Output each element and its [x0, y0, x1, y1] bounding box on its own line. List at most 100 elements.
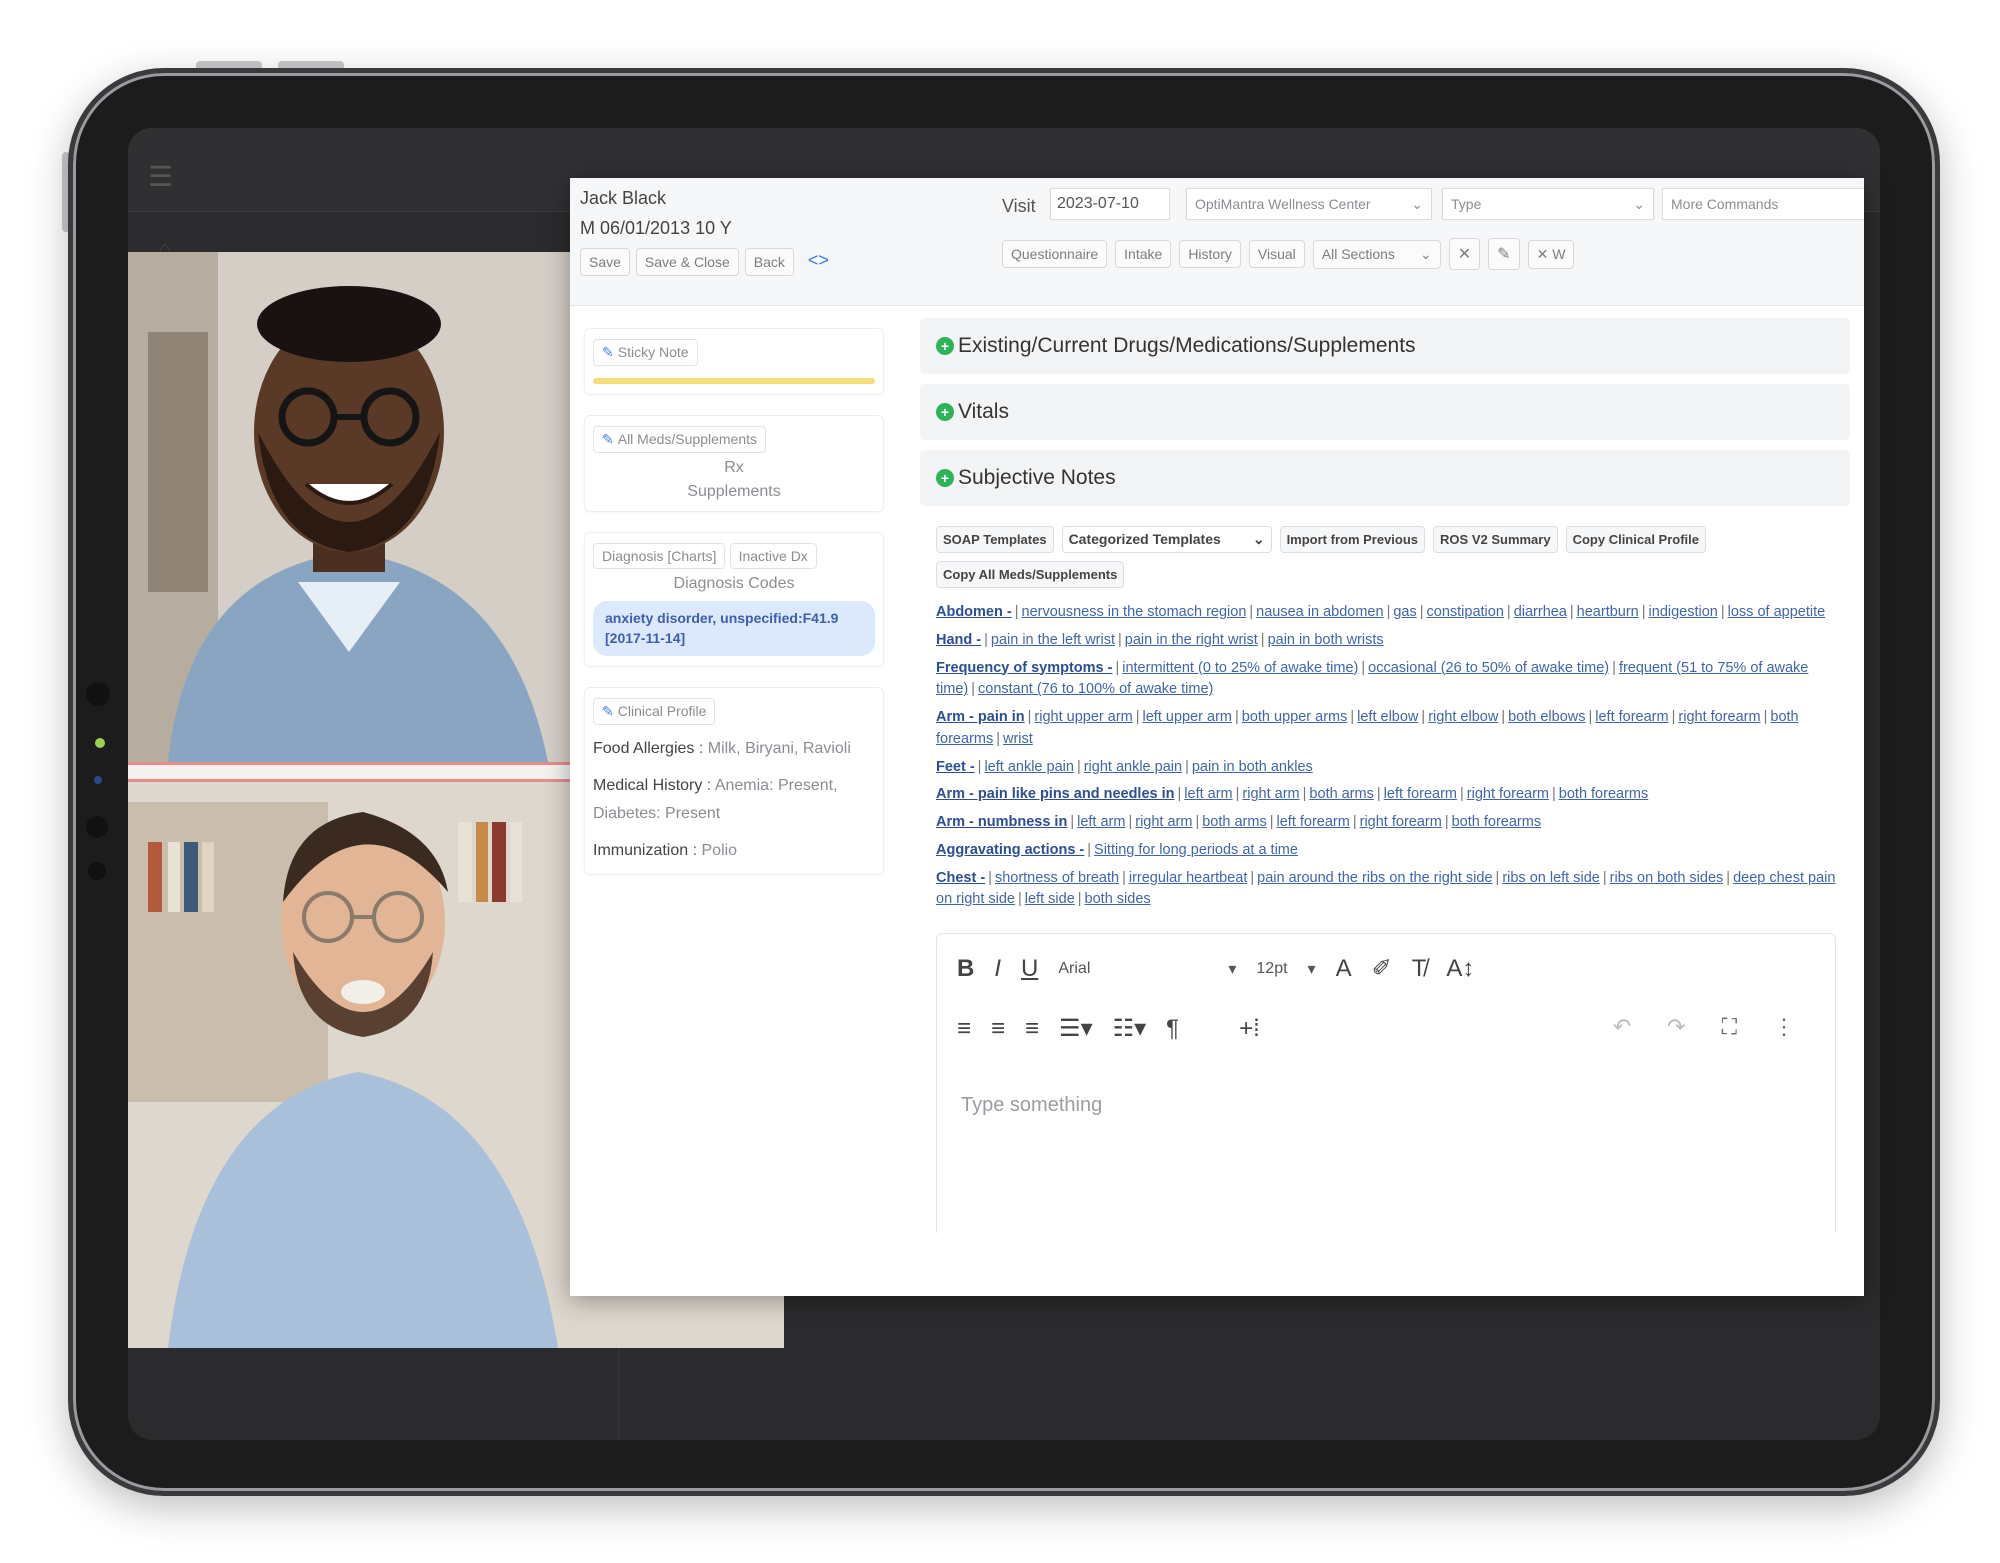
ros-category-link[interactable]: Frequency of symptoms -	[936, 660, 1112, 676]
ros-option-link[interactable]: both forearms	[1452, 814, 1541, 830]
editor-placeholder[interactable]: Type something	[961, 1094, 1102, 1117]
fullscreen-icon[interactable]: ⛶	[1722, 1014, 1737, 1040]
clinical-profile-button[interactable]: ✎ Clinical Profile	[593, 698, 716, 726]
diagnosis-chip[interactable]: anxiety disorder, unspecified:F41.9 [201…	[593, 601, 875, 657]
bullet-list-icon[interactable]: ☷▾	[1113, 1014, 1147, 1043]
ros-option-link[interactable]: ribs on both sides	[1610, 870, 1724, 886]
section-subjective-notes[interactable]: + Subjective Notes	[920, 450, 1850, 506]
italic-button[interactable]: I	[994, 955, 1001, 983]
ros-summary-button[interactable]: ROS V2 Summary	[1433, 526, 1558, 553]
ros-option-link[interactable]: left arm	[1077, 814, 1125, 830]
ros-option-link[interactable]: right forearm	[1467, 786, 1549, 802]
code-view-icon[interactable]: <>	[800, 248, 837, 276]
ros-option-link[interactable]: shortness of breath	[995, 870, 1119, 886]
ros-option-link[interactable]: loss of appetite	[1728, 604, 1826, 620]
type-select[interactable]: Type ⌄	[1442, 188, 1654, 220]
ros-option-link[interactable]: irregular heartbeat	[1129, 870, 1248, 886]
underline-button[interactable]: U	[1021, 955, 1038, 983]
ros-option-link[interactable]: constant (76 to 100% of awake time)	[978, 681, 1213, 697]
save-close-button[interactable]: Save & Close	[635, 248, 739, 276]
section-vitals[interactable]: + Vitals	[920, 384, 1850, 440]
visit-date-input[interactable]: 2023-07-10	[1050, 188, 1170, 220]
ros-category-link[interactable]: Arm - pain in	[936, 709, 1025, 725]
font-family-select[interactable]: Arial	[1058, 960, 1208, 978]
categorized-templates-select[interactable]: Categorized Templates ⌄	[1061, 526, 1272, 553]
ros-option-link[interactable]: left elbow	[1357, 709, 1418, 725]
ros-category-link[interactable]: Hand -	[936, 632, 981, 648]
ros-category-link[interactable]: Feet -	[936, 759, 975, 775]
copy-clinical-profile-button[interactable]: Copy Clinical Profile	[1565, 526, 1706, 553]
ros-option-link[interactable]: nervousness in the stomach region	[1022, 604, 1247, 620]
undo-icon[interactable]: ↶	[1613, 1014, 1631, 1040]
video-tile-patient[interactable]	[128, 252, 570, 762]
bold-button[interactable]: B	[957, 955, 974, 983]
soap-templates-button[interactable]: SOAP Templates	[936, 526, 1054, 553]
align-left-icon[interactable]: ≡	[957, 1015, 971, 1043]
ros-option-link[interactable]: occasional (26 to 50% of awake time)	[1368, 660, 1609, 676]
all-meds-button[interactable]: ✎ All Meds/Supplements	[593, 426, 767, 453]
ros-option-link[interactable]: right arm	[1135, 814, 1192, 830]
ros-option-link[interactable]: Sitting for long periods at a time	[1094, 842, 1298, 858]
ros-option-link[interactable]: gas	[1393, 604, 1416, 620]
history-button[interactable]: History	[1179, 240, 1241, 268]
redo-icon[interactable]: ↷	[1667, 1014, 1685, 1040]
ros-option-link[interactable]: right forearm	[1678, 709, 1760, 725]
ros-option-link[interactable]: right upper arm	[1034, 709, 1132, 725]
text-size-icon[interactable]: A↕	[1446, 955, 1474, 983]
ordered-list-icon[interactable]: ☰▾	[1059, 1014, 1093, 1043]
visual-button[interactable]: Visual	[1248, 240, 1305, 268]
ros-option-link[interactable]: both arms	[1309, 786, 1373, 802]
ros-category-link[interactable]: Aggravating actions -	[936, 842, 1084, 858]
ros-option-link[interactable]: wrist	[1003, 731, 1033, 747]
ros-option-link[interactable]: right forearm	[1360, 814, 1442, 830]
ros-option-link[interactable]: heartburn	[1577, 604, 1639, 620]
caret-down-icon[interactable]: ▾	[1308, 959, 1316, 979]
section-current-drugs[interactable]: + Existing/Current Drugs/Medications/Sup…	[920, 318, 1850, 374]
ros-option-link[interactable]: left arm	[1184, 786, 1232, 802]
ros-option-link[interactable]: ribs on left side	[1502, 870, 1600, 886]
highlighter-icon[interactable]: ✐	[1372, 954, 1392, 983]
ros-option-link[interactable]: pain in both ankles	[1192, 759, 1313, 775]
ros-option-link[interactable]: pain around the ribs on the right side	[1257, 870, 1492, 886]
ros-option-link[interactable]: left forearm	[1277, 814, 1350, 830]
ros-option-link[interactable]: constipation	[1427, 604, 1504, 620]
paragraph-icon[interactable]: ¶	[1166, 1015, 1179, 1043]
ros-option-link[interactable]: left ankle pain	[984, 759, 1073, 775]
caret-down-icon[interactable]: ▾	[1228, 959, 1236, 979]
ros-option-link[interactable]: pain in the left wrist	[991, 632, 1115, 648]
ros-category-link[interactable]: Chest -	[936, 870, 985, 886]
sticky-note-button[interactable]: ✎ Sticky Note	[593, 339, 698, 366]
ros-option-link[interactable]: intermittent (0 to 25% of awake time)	[1122, 660, 1358, 676]
ros-option-link[interactable]: both forearms	[1559, 786, 1648, 802]
ros-category-link[interactable]: Abdomen -	[936, 604, 1012, 620]
ros-option-link[interactable]: right ankle pain	[1084, 759, 1182, 775]
ros-category-link[interactable]: Arm - numbness in	[936, 814, 1067, 830]
save-button[interactable]: Save	[580, 248, 630, 276]
more-vertical-icon[interactable]: ⋮	[1773, 1014, 1795, 1040]
ros-option-link[interactable]: diarrhea	[1514, 604, 1567, 620]
ros-option-link[interactable]: left side	[1025, 891, 1075, 907]
ros-option-link[interactable]: indigestion	[1649, 604, 1718, 620]
all-sections-select[interactable]: All Sections ⌄	[1312, 239, 1441, 269]
ros-option-link[interactable]: both arms	[1202, 814, 1266, 830]
ros-category-link[interactable]: Arm - pain like pins and needles in	[936, 786, 1175, 802]
font-size-select[interactable]: 12pt	[1256, 960, 1287, 978]
align-center-icon[interactable]: ≡	[991, 1015, 1005, 1043]
ros-option-link[interactable]: pain in both wrists	[1268, 632, 1384, 648]
ros-option-link[interactable]: pain in the right wrist	[1125, 632, 1258, 648]
back-button[interactable]: Back	[744, 248, 794, 276]
ros-option-link[interactable]: left forearm	[1595, 709, 1668, 725]
questionnaire-button[interactable]: Questionnaire	[1002, 240, 1108, 268]
center-select[interactable]: OptiMantra Wellness Center ⌄	[1186, 188, 1432, 220]
tab-diagnosis-charts[interactable]: Diagnosis [Charts]	[593, 543, 726, 569]
expand-w-button[interactable]: ✕ W	[1527, 239, 1575, 269]
pencil-icon[interactable]: ✎	[1488, 238, 1520, 270]
ros-option-link[interactable]: both upper arms	[1242, 709, 1348, 725]
hamburger-menu-icon[interactable]: ☰	[148, 160, 173, 193]
collapse-icon[interactable]: ✕	[1448, 238, 1481, 270]
ros-option-link[interactable]: left upper arm	[1143, 709, 1232, 725]
intake-button[interactable]: Intake	[1115, 240, 1172, 268]
clear-format-icon[interactable]: T̸	[1412, 955, 1427, 983]
ros-option-link[interactable]: right elbow	[1428, 709, 1498, 725]
ros-option-link[interactable]: left forearm	[1384, 786, 1457, 802]
